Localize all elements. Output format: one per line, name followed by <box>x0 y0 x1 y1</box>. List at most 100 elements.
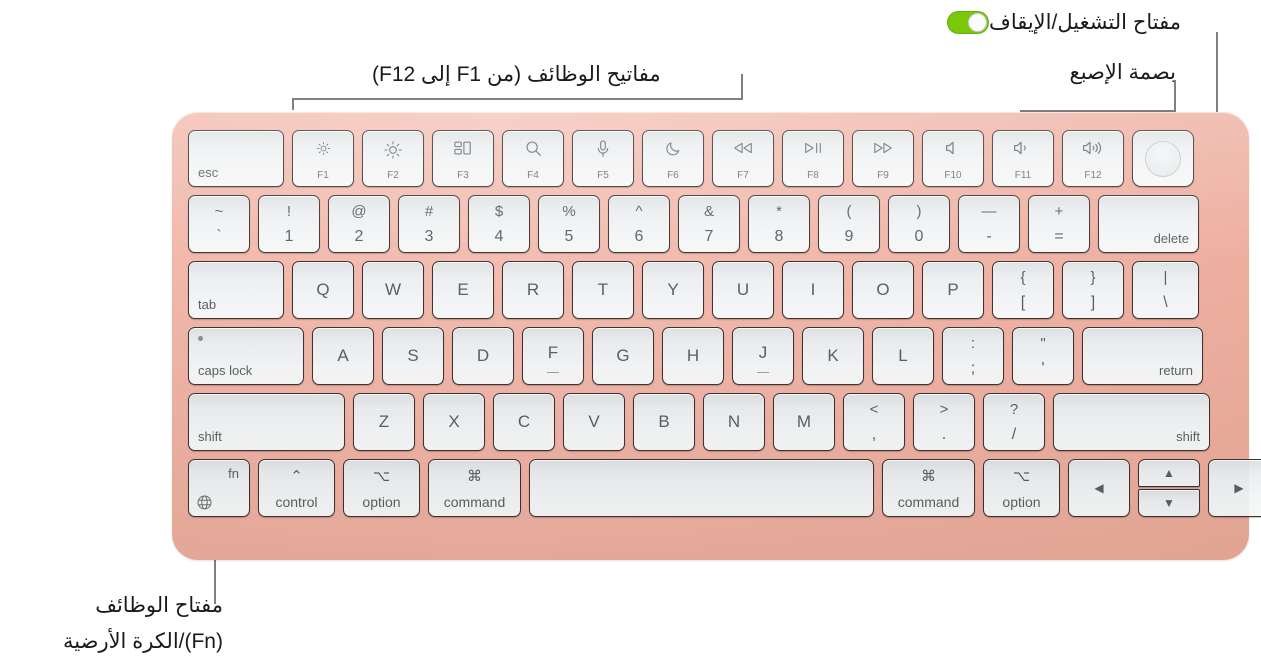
key-quote[interactable]: " ' <box>1012 327 1074 385</box>
key-7[interactable]: & 7 <box>678 195 740 253</box>
leader-line-fkeys-bracket <box>292 98 743 100</box>
key-c[interactable]: C <box>493 393 555 451</box>
key-0-shift: ) <box>916 203 922 220</box>
key-tab[interactable]: tab <box>188 261 284 319</box>
key-f9[interactable]: F9 <box>852 130 914 187</box>
key-h[interactable]: H <box>662 327 724 385</box>
key-e[interactable]: E <box>432 261 494 319</box>
key-fn[interactable]: fn <box>188 459 250 517</box>
key-f-label: F <box>547 342 559 362</box>
key-equal-shift: + <box>1054 203 1064 220</box>
key-4[interactable]: $ 4 <box>468 195 530 253</box>
key-bracket-left[interactable]: { [ <box>992 261 1054 319</box>
key-0-base: 0 <box>914 228 924 245</box>
key-bracket-right[interactable]: } ] <box>1062 261 1124 319</box>
key-touch-id[interactable] <box>1132 130 1194 187</box>
key-space[interactable] <box>529 459 874 517</box>
key-h-label: H <box>686 346 700 365</box>
key-5[interactable]: % 5 <box>538 195 600 253</box>
key-w[interactable]: W <box>362 261 424 319</box>
key-o[interactable]: O <box>852 261 914 319</box>
key-0[interactable]: ) 0 <box>888 195 950 253</box>
key-s-label: S <box>407 346 419 365</box>
play-pause-icon <box>783 140 843 155</box>
key-f2[interactable]: F2 <box>362 130 424 187</box>
key-backslash-shift: | <box>1163 269 1168 286</box>
key-command-right[interactable]: ⌘ command <box>882 459 975 517</box>
key-f3[interactable]: F3 <box>432 130 494 187</box>
key-arrow-up-down[interactable]: ▲ ▼ <box>1138 459 1200 517</box>
key-caps-lock[interactable]: caps lock <box>188 327 304 385</box>
key-u[interactable]: U <box>712 261 774 319</box>
key-k[interactable]: K <box>802 327 864 385</box>
key-f8[interactable]: F8 <box>782 130 844 187</box>
homing-bar-icon <box>757 371 769 373</box>
key-option-left[interactable]: ⌥ option <box>343 459 420 517</box>
key-v-label: V <box>588 412 600 431</box>
key-command-left[interactable]: ⌘ command <box>428 459 521 517</box>
key-f11[interactable]: F11 <box>992 130 1054 187</box>
key-q[interactable]: Q <box>292 261 354 319</box>
key-comma-shift: < <box>869 401 879 418</box>
number-key-row: ~ ` ! 1 @ 2 # 3 $ 4 % 5 ^ 6 & 7 * 8 (9 … <box>172 195 1249 253</box>
key-n[interactable]: N <box>703 393 765 451</box>
key-f4[interactable]: F4 <box>502 130 564 187</box>
key-delete[interactable]: delete <box>1098 195 1199 253</box>
key-f7[interactable]: F7 <box>712 130 774 187</box>
key-esc[interactable]: esc <box>188 130 284 187</box>
key-z[interactable]: Z <box>353 393 415 451</box>
key-option-right[interactable]: ⌥ option <box>983 459 1060 517</box>
key-s[interactable]: S <box>382 327 444 385</box>
key-d[interactable]: D <box>452 327 514 385</box>
key-semicolon[interactable]: : ; <box>942 327 1004 385</box>
key-control-left[interactable]: ⌃ control <box>258 459 335 517</box>
key-comma-base: , <box>871 426 877 443</box>
key-j[interactable]: J <box>732 327 794 385</box>
key-g[interactable]: G <box>592 327 654 385</box>
key-f10[interactable]: F10 <box>922 130 984 187</box>
key-3[interactable]: # 3 <box>398 195 460 253</box>
key-slash[interactable]: ? / <box>983 393 1045 451</box>
key-r[interactable]: R <box>502 261 564 319</box>
key-t-label: T <box>597 280 609 299</box>
key-2[interactable]: @ 2 <box>328 195 390 253</box>
key-grave[interactable]: ~ ` <box>188 195 250 253</box>
key-f[interactable]: F <box>522 327 584 385</box>
key-a[interactable]: A <box>312 327 374 385</box>
key-arrow-up[interactable]: ▲ <box>1138 459 1200 487</box>
key-t[interactable]: T <box>572 261 634 319</box>
key-bracket-left-base: [ <box>1020 294 1026 311</box>
key-period[interactable]: > . <box>913 393 975 451</box>
function-keys-label: مفاتيح الوظائف (من F1 إلى F12) <box>372 63 661 86</box>
key-v[interactable]: V <box>563 393 625 451</box>
key-8[interactable]: * 8 <box>748 195 810 253</box>
key-i[interactable]: I <box>782 261 844 319</box>
key-f1[interactable]: F1 <box>292 130 354 187</box>
key-shift-left[interactable]: shift <box>188 393 345 451</box>
key-x[interactable]: X <box>423 393 485 451</box>
key-9[interactable]: ( 9 <box>818 195 880 253</box>
key-y-label: Y <box>667 280 679 299</box>
key-l[interactable]: L <box>872 327 934 385</box>
key-arrow-left[interactable]: ◀ <box>1068 459 1130 517</box>
key-f12[interactable]: F12 <box>1062 130 1124 187</box>
callout-power-switch: مفتاح التشغيل/الإيقاف <box>941 8 1181 38</box>
key-1[interactable]: ! 1 <box>258 195 320 253</box>
key-m[interactable]: M <box>773 393 835 451</box>
key-backslash[interactable]: | \ <box>1132 261 1199 319</box>
key-minus[interactable]: — - <box>958 195 1020 253</box>
key-b[interactable]: B <box>633 393 695 451</box>
key-comma[interactable]: < , <box>843 393 905 451</box>
key-equal[interactable]: + = <box>1028 195 1090 253</box>
key-f6[interactable]: F6 <box>642 130 704 187</box>
key-f5[interactable]: F5 <box>572 130 634 187</box>
leader-line-fkeys-tick <box>741 74 743 100</box>
key-6[interactable]: ^ 6 <box>608 195 670 253</box>
key-return[interactable]: return <box>1082 327 1203 385</box>
key-arrow-down[interactable]: ▼ <box>1138 489 1200 517</box>
key-9-shift: ( <box>846 203 852 220</box>
key-shift-right[interactable]: shift <box>1053 393 1210 451</box>
key-arrow-right[interactable]: ▶ <box>1208 459 1261 517</box>
key-y[interactable]: Y <box>642 261 704 319</box>
key-p[interactable]: P <box>922 261 984 319</box>
